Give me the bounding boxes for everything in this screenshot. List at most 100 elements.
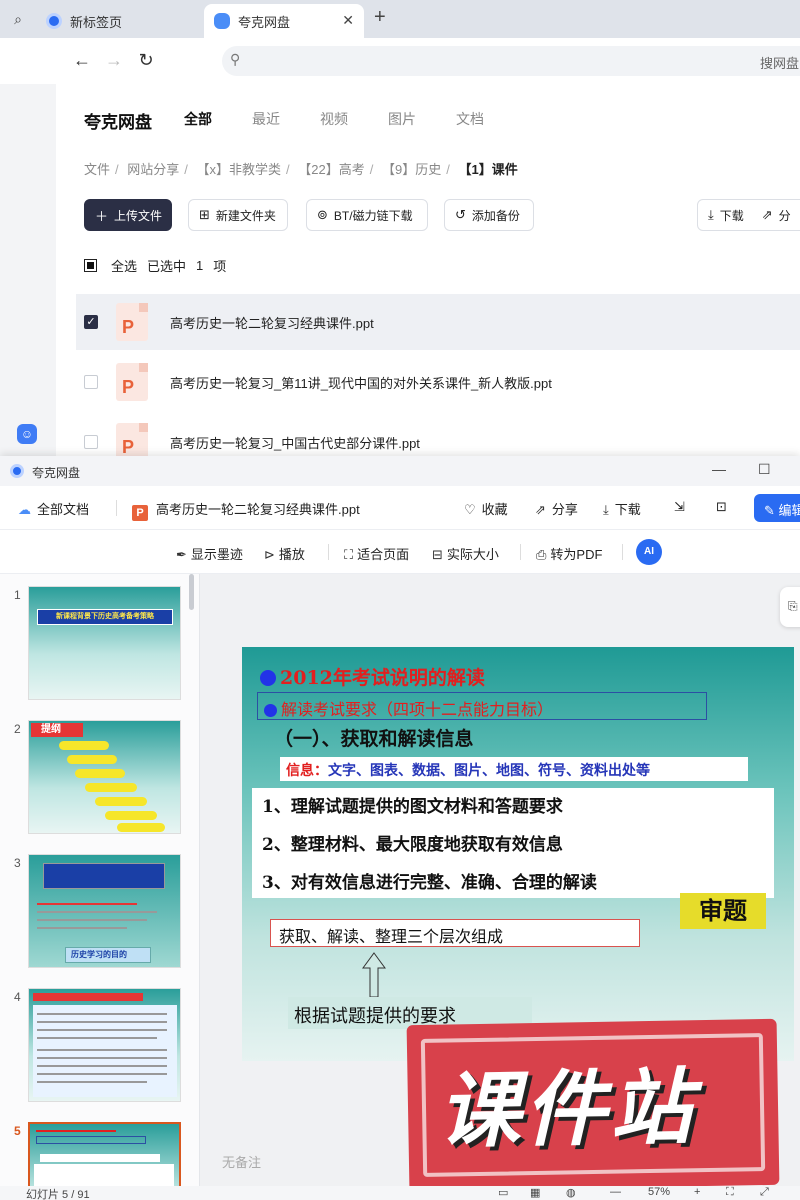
viewer-title: 夸克网盘: [32, 466, 81, 480]
nav-recent[interactable]: 最近: [252, 109, 320, 129]
back-icon[interactable]: ←: [70, 48, 94, 72]
assistant-icon[interactable]: ☺: [17, 424, 37, 444]
ai-button[interactable]: AI: [636, 539, 662, 565]
file-checkbox[interactable]: [84, 375, 98, 389]
open-external-icon[interactable]: ⇲: [674, 499, 685, 515]
fit-icon: ⛶: [344, 547, 354, 562]
address-bar: ← → ↻ ⚲ 搜网盘: [0, 38, 800, 84]
download-button[interactable]: ⤓ 下载 ⇗ 分: [697, 199, 800, 231]
cloud-icon: [214, 13, 230, 29]
nav-docs[interactable]: 文档: [456, 109, 524, 129]
crumb-history[interactable]: 【9】历史: [382, 162, 441, 177]
current-slide[interactable]: 2012年考试说明的解读 解读考试要求（四项十二点能力目标） （一）、获取和解读…: [242, 647, 794, 1061]
drive-toolbar: ＋上传文件 ⊞ 新建文件夹 ⊚ BT/磁力链下载 ↺ 添加备份 ⤓ 下载 ⇗ 分: [84, 199, 800, 231]
ppt-file-icon: P: [116, 363, 148, 401]
backup-icon: ↺: [455, 207, 466, 222]
new-folder-button[interactable]: ⊞ 新建文件夹: [188, 199, 288, 231]
cloud-icon: ☁: [18, 502, 31, 517]
pdf-icon: ⎙: [536, 547, 547, 562]
play-button[interactable]: ⊳ 播放: [264, 544, 305, 563]
crumb-share[interactable]: 网站分享: [127, 162, 179, 177]
side-tool-icon[interactable]: ⎘: [780, 587, 800, 627]
file-name[interactable]: 高考历史一轮复习_中国古代史部分课件.ppt: [170, 433, 420, 452]
select-all-label[interactable]: 全选: [111, 256, 137, 275]
all-docs-link[interactable]: ☁ 全部文档: [18, 499, 89, 518]
upload-button[interactable]: ＋上传文件: [84, 199, 172, 231]
close-icon[interactable]: ✕: [342, 12, 354, 29]
download-button[interactable]: ⤓ 下载: [603, 499, 641, 518]
drive-page: 夸克网盘 全部 最近 视频 图片 文档 文件 / 网站分享 / 【x】非教学类 / 【…: [56, 84, 800, 461]
globe-icon[interactable]: ◍: [566, 1186, 576, 1199]
nav-image[interactable]: 图片: [388, 109, 456, 129]
new-tab-button[interactable]: +: [374, 6, 386, 29]
file-name[interactable]: 高考历史一轮二轮复习经典课件.ppt: [170, 313, 374, 332]
fit-page-button[interactable]: ⛶ 适合页面: [344, 544, 409, 563]
quark-icon: [10, 464, 24, 478]
slide-thumbnail[interactable]: 新课程背景下历史高考备考策略: [28, 586, 181, 700]
edit-button[interactable]: ✎ 编辑: [754, 494, 800, 522]
file-checkbox[interactable]: [84, 435, 98, 449]
slide-heading: （一）、获取和解读信息: [274, 729, 474, 750]
grid-view-icon[interactable]: ▦: [530, 1186, 540, 1199]
actual-size-button[interactable]: ⊟ 实际大小: [432, 544, 499, 563]
left-rail: ☺: [0, 84, 56, 456]
feather-icon: ✒: [176, 547, 187, 562]
viewer-titlebar: 夸克网盘 — ☐: [0, 456, 800, 486]
fit-icon[interactable]: ⛶: [726, 1186, 734, 1199]
actual-size-icon: ⊟: [432, 547, 443, 562]
thumb-title: 提纲: [31, 723, 83, 737]
forward-icon[interactable]: →: [102, 48, 126, 72]
slide-thumbnail[interactable]: [28, 988, 181, 1102]
tab-search-icon[interactable]: ⌕: [8, 9, 28, 29]
crumb-files[interactable]: 文件: [84, 162, 110, 177]
omnibox[interactable]: ⚲ 搜网盘: [222, 46, 800, 76]
watermark-stamp: 课件站: [406, 1018, 780, 1192]
refresh-icon[interactable]: ↻: [134, 48, 158, 72]
folder-plus-icon: ⊞: [199, 207, 210, 222]
tab-label: 夸克网盘: [238, 14, 291, 30]
normal-view-icon[interactable]: ▭: [498, 1186, 508, 1199]
thumb-number: 3: [14, 856, 21, 870]
crumb-gaokao[interactable]: 【22】高考: [298, 162, 364, 177]
selected-count: 1: [196, 258, 204, 273]
zoom-out-icon[interactable]: —: [610, 1186, 621, 1198]
share-button[interactable]: ⇗ 分享: [535, 499, 578, 518]
notes-placeholder[interactable]: 无备注: [222, 1152, 261, 1171]
minimize-icon[interactable]: —: [712, 461, 726, 477]
file-row[interactable]: ✓ P 高考历史一轮二轮复习经典课件.ppt: [76, 294, 800, 350]
slide-list-item: 2、整理材料、最大限度地获取有效信息: [262, 835, 563, 855]
to-pdf-button[interactable]: ⎙ 转为PDF: [536, 544, 602, 563]
crumb-nonteaching[interactable]: 【x】非教学类: [197, 162, 282, 177]
slide-levels: 获取、解读、整理三个层次组成: [270, 919, 640, 947]
watermark-text: 课件站: [437, 1060, 697, 1160]
favorite-button[interactable]: ♡ 收藏: [464, 499, 508, 518]
thumb-scrollbar[interactable]: [189, 574, 194, 610]
bullet-icon: [264, 704, 277, 717]
top-nav: 全部 最近 视频 图片 文档: [184, 109, 524, 129]
fullscreen-icon[interactable]: ⤢: [760, 1186, 769, 1199]
thumbnail-panel[interactable]: 1 新课程背景下历史高考备考策略 2 提纲 3 历史学习的目的 4 5: [0, 574, 200, 1200]
bt-download-button[interactable]: ⊚ BT/磁力链下载: [306, 199, 428, 231]
crumb-courseware: 【1】课件: [458, 162, 518, 177]
zoom-in-icon[interactable]: +: [694, 1186, 700, 1198]
plus-icon: ＋: [95, 208, 109, 224]
slide-review-badge: 审题: [680, 893, 766, 929]
tab-quark-drive[interactable]: 夸克网盘 ✕: [204, 4, 364, 38]
nav-all[interactable]: 全部: [184, 109, 252, 129]
tab-new[interactable]: 新标签页: [36, 4, 202, 38]
add-backup-button[interactable]: ↺ 添加备份: [444, 199, 534, 231]
selection-bar: 全选 已选中 1 项: [84, 256, 226, 275]
feedback-icon[interactable]: ⊡: [716, 499, 727, 515]
nav-video[interactable]: 视频: [320, 109, 388, 129]
download-icon: ⤓: [708, 207, 714, 222]
file-checkbox[interactable]: ✓: [84, 315, 98, 329]
select-all-checkbox[interactable]: [84, 259, 97, 272]
file-row[interactable]: P 高考历史一轮复习_第11讲_现代中国的对外关系课件_新人教版.ppt: [76, 354, 800, 410]
slide-thumbnail[interactable]: 提纲: [28, 720, 181, 834]
maximize-icon[interactable]: ☐: [758, 461, 771, 478]
slide-thumbnail[interactable]: 历史学习的目的: [28, 854, 181, 968]
browser-tab-bar: ⌕ 新标签页 夸克网盘 ✕ +: [0, 0, 800, 38]
show-ink-button[interactable]: ✒ 显示墨迹: [176, 544, 243, 563]
address-hint: 搜网盘: [760, 56, 800, 71]
file-name[interactable]: 高考历史一轮复习_第11讲_现代中国的对外关系课件_新人教版.ppt: [170, 373, 552, 392]
